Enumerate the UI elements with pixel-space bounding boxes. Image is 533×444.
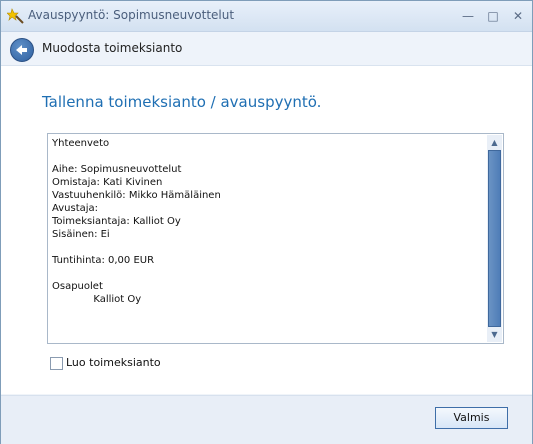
- wizard-nav-bar: Muodosta toimeksianto: [1, 32, 532, 66]
- content-area: Tallenna toimeksianto / avauspyyntö. Yht…: [1, 66, 532, 394]
- done-button[interactable]: Valmis: [435, 407, 508, 429]
- footer-bar: Valmis: [1, 395, 532, 444]
- window-title: Avauspyyntö: Sopimusneuvottelut: [28, 8, 235, 22]
- dialog-window: Avauspyyntö: Sopimusneuvottelut — □ ✕ Mu…: [0, 0, 533, 444]
- wand-icon: [7, 8, 24, 24]
- minimize-button[interactable]: —: [460, 8, 476, 24]
- back-button[interactable]: [10, 38, 34, 62]
- maximize-icon: □: [487, 9, 499, 23]
- summary-textbox[interactable]: Yhteenveto Aihe: Sopimusneuvottelut Omis…: [47, 133, 504, 344]
- scroll-down-icon[interactable]: ▼: [487, 327, 502, 342]
- maximize-button[interactable]: □: [485, 8, 501, 24]
- close-icon: ✕: [512, 9, 524, 23]
- summary-text: Yhteenveto Aihe: Sopimusneuvottelut Omis…: [52, 138, 221, 305]
- title-bar: Avauspyyntö: Sopimusneuvottelut — □ ✕: [1, 1, 532, 32]
- page-heading: Tallenna toimeksianto / avauspyyntö.: [42, 93, 322, 111]
- back-arrow-icon: [16, 45, 27, 55]
- scrollbar-thumb[interactable]: [488, 150, 501, 327]
- vertical-scrollbar[interactable]: ▲ ▼: [487, 135, 502, 342]
- minimize-icon: —: [462, 9, 474, 23]
- create-assignment-checkbox[interactable]: [50, 357, 63, 370]
- wizard-page-title: Muodosta toimeksianto: [42, 41, 183, 55]
- close-button[interactable]: ✕: [510, 8, 526, 24]
- create-assignment-label: Luo toimeksianto: [66, 356, 161, 369]
- scroll-up-icon[interactable]: ▲: [487, 135, 502, 150]
